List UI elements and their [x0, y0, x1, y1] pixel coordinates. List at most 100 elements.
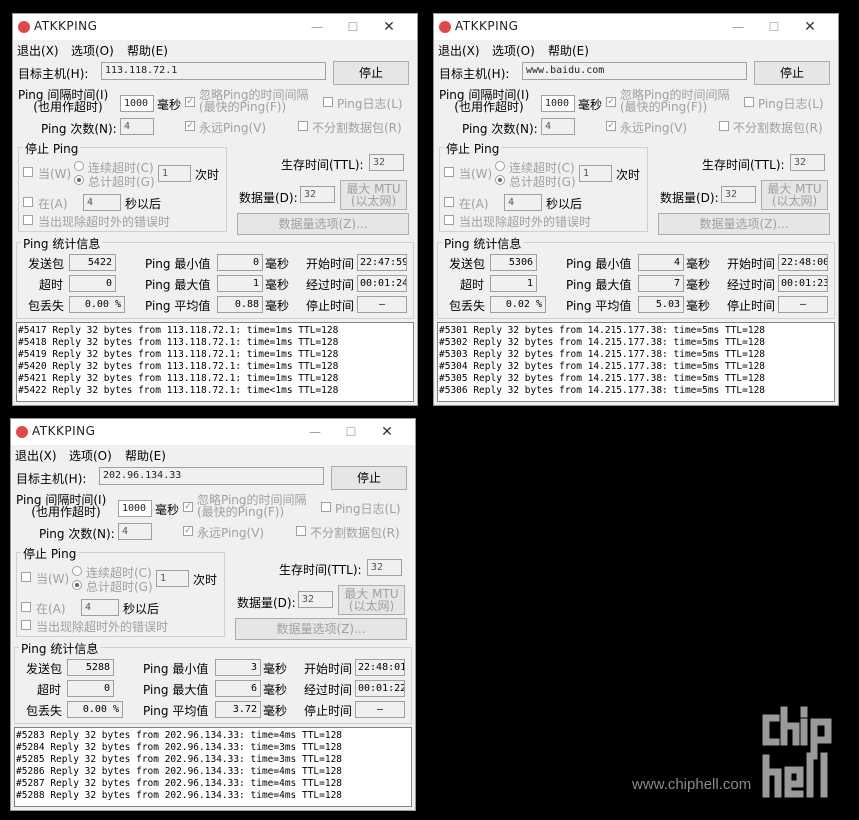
stop-on-error-checkbox[interactable]	[23, 215, 33, 225]
interval-input[interactable]: 1000	[118, 500, 152, 517]
ignore-interval-checkbox[interactable]: ✓	[185, 97, 195, 107]
maximize-icon[interactable]: ☐	[333, 420, 369, 444]
stop-when-checkbox[interactable]	[23, 167, 33, 177]
data-size-options-button[interactable]: 数据量选项(Z)...	[658, 213, 830, 235]
stop-when-checkbox[interactable]	[444, 167, 454, 177]
close-icon[interactable]: ✕	[369, 420, 405, 444]
total-timeout-radio[interactable]	[495, 175, 505, 185]
stop-on-error-checkbox[interactable]	[444, 215, 454, 225]
no-fragment-label: 不分割数据包(R)	[312, 121, 402, 135]
menu-exit[interactable]: 退出(X)	[15, 447, 57, 464]
log-line: #5417 Reply 32 bytes from 113.118.72.1: …	[18, 325, 339, 336]
consecutive-timeout-radio[interactable]	[72, 566, 82, 576]
timeout-count-input[interactable]: 1	[579, 165, 612, 182]
minimize-icon[interactable]: —	[297, 420, 333, 444]
minimize-icon[interactable]: —	[299, 15, 335, 39]
title-bar[interactable]: ATKKPING — ☐ ✕	[13, 14, 417, 40]
total-timeout-label: 总计超时(G)	[509, 175, 576, 189]
avg-value: 0.88	[217, 296, 263, 313]
stop-at-checkbox[interactable]	[21, 602, 31, 612]
ttl-input[interactable]: 32	[790, 154, 825, 171]
stop-at-label: 在(A)	[459, 197, 489, 211]
ttl-input[interactable]: 32	[369, 154, 404, 171]
ttl-input[interactable]: 32	[367, 559, 402, 576]
target-host-input[interactable]: 202.96.134.33	[99, 467, 324, 485]
minimize-icon[interactable]: —	[720, 15, 756, 39]
log-line: #5306 Reply 32 bytes from 14.215.177.38:…	[439, 385, 766, 396]
consecutive-timeout-radio[interactable]	[74, 161, 84, 171]
timeout-count-input[interactable]: 1	[158, 165, 191, 182]
stop-seconds-input[interactable]: 4	[504, 194, 542, 211]
menu-help[interactable]: 帮助(E)	[548, 42, 589, 59]
ping-count-input[interactable]: 4	[120, 118, 154, 135]
total-timeout-radio[interactable]	[74, 175, 84, 185]
stop-ping-group-title: 停止 Ping	[21, 545, 79, 562]
ping-forever-checkbox[interactable]: ✓	[185, 121, 195, 131]
data-size-input[interactable]: 32	[300, 186, 335, 203]
no-fragment-checkbox[interactable]	[298, 121, 308, 131]
consecutive-timeout-radio[interactable]	[495, 161, 505, 171]
title-bar[interactable]: ATKKPING — ☐ ✕	[11, 419, 415, 445]
loss-label: 包丢失	[26, 704, 63, 718]
ping-forever-checkbox[interactable]: ✓	[183, 526, 193, 536]
stop-on-error-checkbox[interactable]	[21, 620, 31, 630]
no-fragment-label: 不分割数据包(R)	[310, 526, 400, 540]
maximize-icon[interactable]: ☐	[756, 15, 792, 39]
max-mtu-button[interactable]: 最大 MTU (以太网)	[338, 585, 405, 615]
menu-help[interactable]: 帮助(E)	[125, 447, 166, 464]
menu-help[interactable]: 帮助(E)	[127, 42, 168, 59]
target-host-label: 目标主机(H):	[18, 67, 89, 81]
stop-when-label: 当(W)	[36, 572, 70, 586]
close-icon[interactable]: ✕	[792, 15, 828, 39]
data-size-options-button[interactable]: 数据量选项(Z)...	[235, 618, 407, 640]
stop-button[interactable]: 停止	[331, 466, 407, 490]
ping-count-input[interactable]: 4	[541, 118, 575, 135]
max-mtu-button[interactable]: 最大 MTU (以太网)	[761, 180, 828, 210]
min-value: 4	[638, 254, 684, 271]
stop-at-checkbox[interactable]	[23, 197, 33, 207]
menu-exit[interactable]: 退出(X)	[17, 42, 59, 59]
no-fragment-checkbox[interactable]	[296, 526, 306, 536]
ttl-label: 生存时间(TTL):	[281, 158, 364, 172]
stop-button[interactable]: 停止	[333, 61, 409, 85]
ping-forever-checkbox[interactable]: ✓	[606, 121, 616, 131]
ping-log-checkbox[interactable]	[321, 502, 331, 512]
menu-options[interactable]: 选项(O)	[71, 42, 114, 59]
total-timeout-label: 总计超时(G)	[86, 580, 153, 594]
chiphell-logo	[762, 706, 832, 798]
stop-at-checkbox[interactable]	[444, 197, 454, 207]
menu-options[interactable]: 选项(O)	[69, 447, 112, 464]
data-size-input[interactable]: 32	[721, 186, 756, 203]
stop-when-checkbox[interactable]	[21, 572, 31, 582]
data-size-input[interactable]: 32	[298, 591, 333, 608]
interval-input[interactable]: 1000	[541, 95, 575, 112]
total-timeout-radio[interactable]	[72, 580, 82, 590]
reply-log[interactable]: #5301 Reply 32 bytes from 14.215.177.38:…	[437, 322, 835, 402]
menu-options[interactable]: 选项(O)	[492, 42, 535, 59]
title-bar[interactable]: ATKKPING — ☐ ✕	[434, 14, 838, 40]
start-time-value: 22:48:00	[778, 254, 828, 271]
ping-log-checkbox[interactable]	[744, 97, 754, 107]
loss-value: 0.00 %	[69, 296, 125, 313]
no-fragment-checkbox[interactable]	[719, 121, 729, 131]
maximize-icon[interactable]: ☐	[335, 15, 371, 39]
interval-input[interactable]: 1000	[120, 95, 154, 112]
max-mtu-button[interactable]: 最大 MTU (以太网)	[340, 180, 407, 210]
reply-log[interactable]: #5283 Reply 32 bytes from 202.96.134.33:…	[14, 727, 412, 807]
data-size-options-button[interactable]: 数据量选项(Z)...	[237, 213, 409, 235]
menu-exit[interactable]: 退出(X)	[438, 42, 480, 59]
ping-count-input[interactable]: 4	[118, 523, 152, 540]
ignore-interval-label: 忽略Ping的时间间隔 (最快的Ping(F))	[199, 88, 309, 114]
stop-button[interactable]: 停止	[754, 61, 830, 85]
close-icon[interactable]: ✕	[371, 15, 407, 39]
timeout-count-input[interactable]: 1	[156, 570, 189, 587]
stop-seconds-input[interactable]: 4	[83, 194, 121, 211]
ignore-interval-checkbox[interactable]: ✓	[183, 502, 193, 512]
min-ms-label: 毫秒	[686, 257, 711, 271]
target-host-input[interactable]: 113.118.72.1	[101, 62, 326, 80]
ping-log-checkbox[interactable]	[323, 97, 333, 107]
ignore-interval-checkbox[interactable]: ✓	[606, 97, 616, 107]
stop-seconds-input[interactable]: 4	[81, 599, 119, 616]
target-host-input[interactable]: www.baidu.com	[522, 62, 747, 80]
reply-log[interactable]: #5417 Reply 32 bytes from 113.118.72.1: …	[16, 322, 414, 402]
